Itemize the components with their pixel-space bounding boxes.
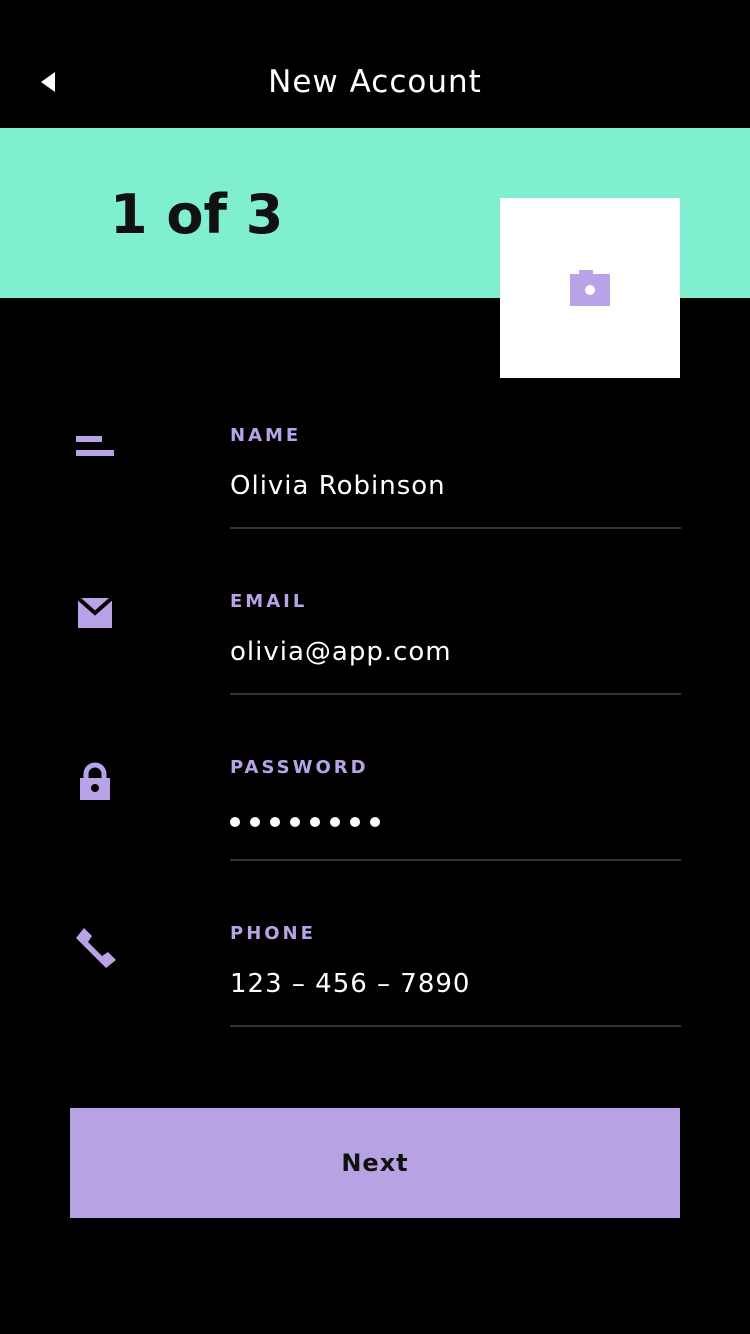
add-photo-button[interactable] (500, 198, 680, 378)
email-input[interactable] (230, 634, 680, 670)
password-divider (230, 859, 681, 861)
password-mask-dot (230, 817, 240, 827)
mail-icon (76, 596, 114, 628)
next-button-label: Next (341, 1149, 409, 1177)
name-input[interactable] (230, 468, 680, 504)
password-mask-dot (330, 817, 340, 827)
step-indicator: 1 of 3 (110, 183, 284, 246)
password-mask-dot (370, 817, 380, 827)
password-mask-dot (350, 817, 360, 827)
page-title: New Account (268, 64, 482, 100)
name-label: NAME (230, 425, 302, 446)
password-mask-dot (290, 817, 300, 827)
next-button[interactable]: Next (70, 1108, 680, 1218)
phone-label: PHONE (230, 923, 316, 944)
phone-input[interactable] (230, 966, 680, 1002)
name-field: NAME (0, 400, 750, 566)
email-divider (230, 693, 681, 695)
password-mask-dot (310, 817, 320, 827)
email-field: EMAIL (0, 566, 750, 732)
password-label: PASSWORD (230, 757, 369, 778)
name-icon (76, 436, 114, 456)
phone-icon (76, 928, 116, 968)
password-mask-dot (270, 817, 280, 827)
phone-field: PHONE (0, 898, 750, 1064)
password-field: PASSWORD (0, 732, 750, 898)
camera-icon (570, 270, 610, 306)
lock-icon (80, 762, 110, 800)
header-bar: New Account (0, 0, 750, 128)
phone-divider (230, 1025, 681, 1027)
name-divider (230, 527, 681, 529)
password-mask-dot (250, 817, 260, 827)
password-input[interactable] (230, 804, 680, 840)
email-label: EMAIL (230, 591, 308, 612)
